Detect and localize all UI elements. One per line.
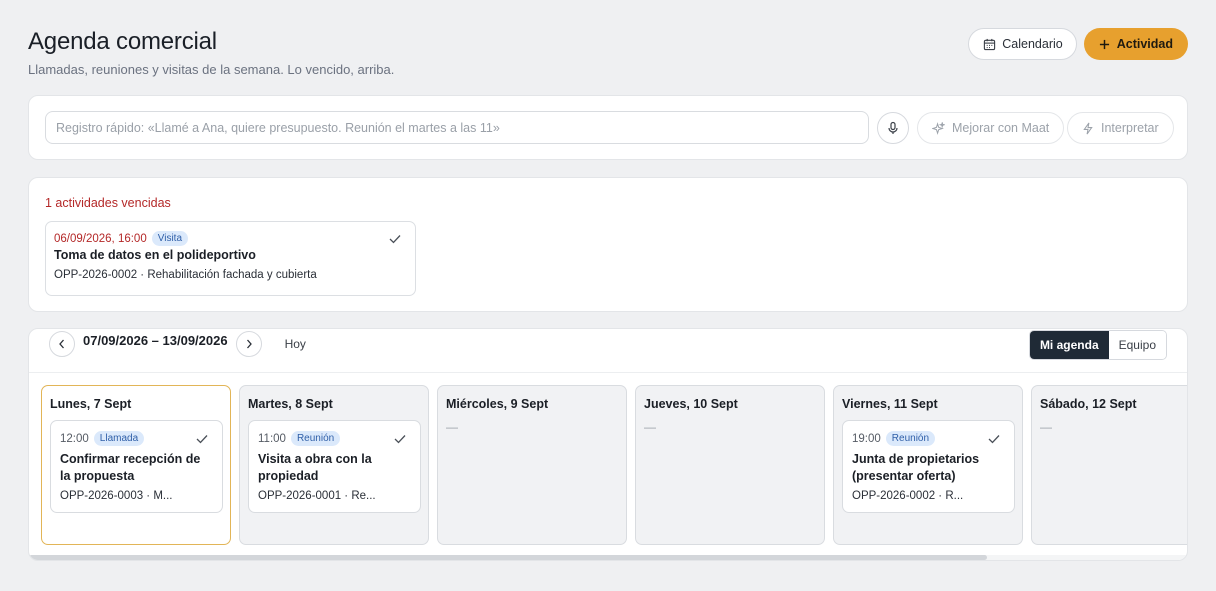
- week-range: 07/09/2026 – 13/09/2026: [83, 332, 228, 348]
- overdue-card: 1 actividades vencidas 06/09/2026, 16:00…: [28, 177, 1188, 312]
- plus-icon: [1099, 39, 1109, 49]
- chevron-left-icon: [59, 339, 64, 349]
- improve-with-maat-button[interactable]: Mejorar con Maat: [917, 112, 1065, 144]
- check-icon[interactable]: [196, 434, 208, 444]
- week-days: Lunes, 7 Sept 12:00 Llamada Confirmar rec…: [41, 385, 1187, 545]
- activity-ref: OPP-2026-0002 · R...: [852, 490, 964, 502]
- bolt-icon: [1083, 122, 1093, 134]
- calendar-button-label: Calendario: [1002, 37, 1063, 51]
- previous-week-button[interactable]: [49, 331, 75, 357]
- page-header: Agenda comercial Llamadas, reuniones y v…: [28, 28, 1188, 78]
- day-column-thursday[interactable]: Jueves, 10 Sept —: [635, 385, 825, 545]
- activity-card[interactable]: 19:00 Reunión Junta de propietarios (pres…: [842, 420, 1015, 513]
- view-switcher: Mi agenda Equipo: [1028, 330, 1167, 360]
- interpret-button[interactable]: Interpretar: [1067, 112, 1174, 144]
- activity-type-badge: Visita: [151, 231, 189, 246]
- overdue-activity-ref: OPP-2026-0002 · Rehabilitación fachada y…: [54, 269, 317, 281]
- activity-type-badge: Reunión: [885, 431, 936, 446]
- overdue-activity-title: Toma de datos en el polideportivo: [54, 248, 256, 262]
- day-column-saturday[interactable]: Sábado, 12 Sept —: [1031, 385, 1187, 545]
- overdue-title: 1 actividades vencidas: [45, 196, 171, 210]
- activity-ref: OPP-2026-0001 · Re...: [258, 490, 376, 502]
- activity-time: 19:00: [852, 433, 881, 445]
- check-icon[interactable]: [394, 434, 406, 444]
- overdue-activity-meta: 06/09/2026, 16:00 Visita: [54, 229, 189, 247]
- day-empty-marker: —: [446, 420, 458, 434]
- horizontal-scrollbar-thumb[interactable]: [29, 555, 987, 560]
- add-activity-button[interactable]: Actividad: [1083, 28, 1188, 60]
- day-title: Lunes, 7 Sept: [50, 397, 132, 411]
- activity-time: 12:00: [60, 433, 89, 445]
- day-column-monday[interactable]: Lunes, 7 Sept 12:00 Llamada Confirmar rec…: [41, 385, 231, 545]
- day-title: Sábado, 12 Sept: [1040, 397, 1137, 411]
- quick-entry-input[interactable]: [45, 111, 869, 144]
- day-column-wednesday[interactable]: Miércoles, 9 Sept —: [437, 385, 627, 545]
- day-empty-marker: —: [1040, 420, 1052, 434]
- overdue-activity[interactable]: 06/09/2026, 16:00 Visita Toma de datos en…: [45, 221, 416, 296]
- check-icon[interactable]: [389, 234, 401, 244]
- next-week-button[interactable]: [235, 331, 262, 357]
- day-column-friday[interactable]: Viernes, 11 Sept 19:00 Reunión Junta de p…: [833, 385, 1023, 545]
- microphone-button[interactable]: [877, 112, 909, 144]
- calendar-icon: [984, 38, 996, 50]
- activity-title: Junta de propietarios (presentar oferta): [852, 452, 980, 483]
- today-button[interactable]: Hoy: [285, 337, 306, 351]
- activity-meta: 19:00 Reunión: [852, 429, 1005, 447]
- improve-with-maat-label: Mejorar con Maat: [952, 121, 1050, 135]
- day-title: Miércoles, 9 Sept: [446, 397, 549, 411]
- day-title: Martes, 8 Sept: [248, 397, 333, 411]
- activity-type-badge: Llamada: [93, 431, 145, 446]
- header-actions: Calendario Actividad: [968, 28, 1188, 60]
- page-subtitle: Llamadas, reuniones y visitas de la sema…: [28, 62, 395, 77]
- activity-time: 11:00: [258, 433, 286, 445]
- week-navigation: 07/09/2026 – 13/09/2026 Hoy: [49, 331, 306, 357]
- microphone-icon: [888, 121, 898, 134]
- divider: [29, 372, 1187, 373]
- view-team[interactable]: Equipo: [1108, 331, 1166, 359]
- week-card: 07/09/2026 – 13/09/2026 Hoy Mi agenda Eq…: [28, 328, 1188, 561]
- day-empty-marker: —: [644, 420, 656, 434]
- activity-card[interactable]: 11:00 Reunión Visita a obra con la propie…: [248, 420, 421, 513]
- activity-title: Visita a obra con la propiedad: [258, 452, 372, 483]
- activity-type-badge: Reunión: [290, 431, 341, 446]
- activity-meta: 11:00 Reunión: [258, 429, 411, 447]
- view-my-agenda[interactable]: Mi agenda: [1029, 331, 1109, 359]
- activity-meta: 12:00 Llamada: [60, 429, 213, 447]
- activity-card[interactable]: 12:00 Llamada Confirmar recepción de la p…: [50, 420, 223, 513]
- interpret-label: Interpretar: [1101, 121, 1159, 135]
- calendar-button[interactable]: Calendario: [968, 28, 1077, 60]
- day-title: Viernes, 11 Sept: [842, 397, 938, 411]
- overdue-activity-when: 06/09/2026, 16:00: [54, 233, 147, 245]
- sparkle-icon: [932, 121, 945, 135]
- day-title: Jueves, 10 Sept: [644, 397, 738, 411]
- chevron-right-icon: [246, 339, 252, 349]
- add-activity-label: Actividad: [1116, 37, 1173, 51]
- activity-title: Confirmar recepción de la propuesta: [60, 452, 201, 483]
- check-icon[interactable]: [988, 434, 1000, 444]
- activity-ref: OPP-2026-0003 · M...: [60, 490, 173, 502]
- quick-entry-card: Mejorar con Maat Interpretar: [28, 95, 1188, 160]
- day-column-tuesday[interactable]: Martes, 8 Sept 11:00 Reunión Visita a obr…: [239, 385, 429, 545]
